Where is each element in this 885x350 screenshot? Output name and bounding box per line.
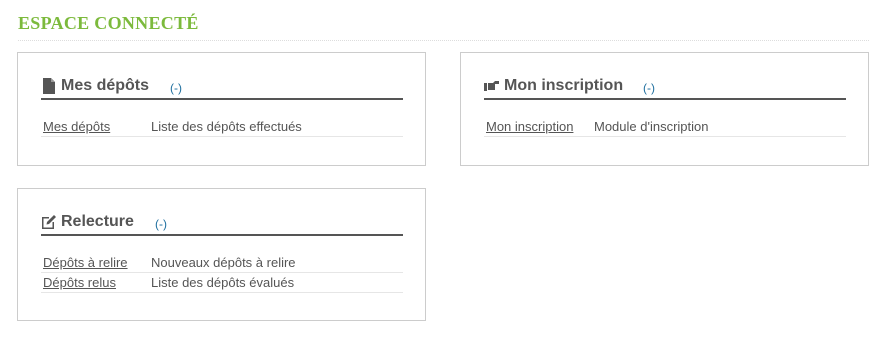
list-item: Dépôts relus Liste des dépôts évalués (41, 273, 403, 293)
depots-relus-link[interactable]: Dépôts relus (43, 273, 116, 292)
panel-title: Mon inscription (504, 77, 624, 94)
panel-mon-inscription: Mon inscription (-) Mon inscription Modu… (460, 52, 869, 166)
collapse-toggle[interactable]: (-) (155, 217, 167, 231)
item-description: Liste des dépôts effectués (151, 119, 302, 134)
panel-title: Relecture (61, 213, 134, 230)
edit-icon (42, 215, 56, 229)
item-description: Module d'inscription (594, 119, 709, 134)
title-divider (18, 40, 869, 41)
list-item: Mon inscription Module d'inscription (484, 117, 846, 137)
item-description: Nouveaux dépôts à relire (151, 255, 296, 270)
link-list: Mes dépôts Liste des dépôts effectués (41, 117, 403, 137)
mon-inscription-link[interactable]: Mon inscription (486, 117, 573, 136)
hand-pointing-icon (484, 81, 499, 91)
mes-depots-link[interactable]: Mes dépôts (43, 117, 110, 136)
page-title: ESPACE CONNECTÉ (18, 13, 199, 33)
link-list: Dépôts à relire Nouveaux dépôts à relire… (41, 253, 403, 293)
panel-header: Mon inscription (-) (484, 76, 846, 100)
panel-title: Mes dépôts (61, 77, 150, 94)
panel-header: Mes dépôts (-) (41, 76, 403, 100)
list-item: Mes dépôts Liste des dépôts effectués (41, 117, 403, 137)
item-description: Liste des dépôts évalués (151, 275, 295, 290)
list-item: Dépôts à relire Nouveaux dépôts à relire (41, 253, 403, 273)
panel-mes-depots: Mes dépôts (-) Mes dépôts Liste des dépô… (17, 52, 426, 166)
panel-relecture: Relecture (-) Dépôts à relire Nouveaux d… (17, 188, 426, 321)
document-icon (43, 78, 55, 94)
collapse-toggle[interactable]: (-) (170, 81, 182, 95)
panel-header: Relecture (-) (41, 212, 403, 236)
collapse-toggle[interactable]: (-) (643, 81, 655, 95)
link-list: Mon inscription Module d'inscription (484, 117, 846, 137)
depots-a-relire-link[interactable]: Dépôts à relire (43, 253, 128, 272)
